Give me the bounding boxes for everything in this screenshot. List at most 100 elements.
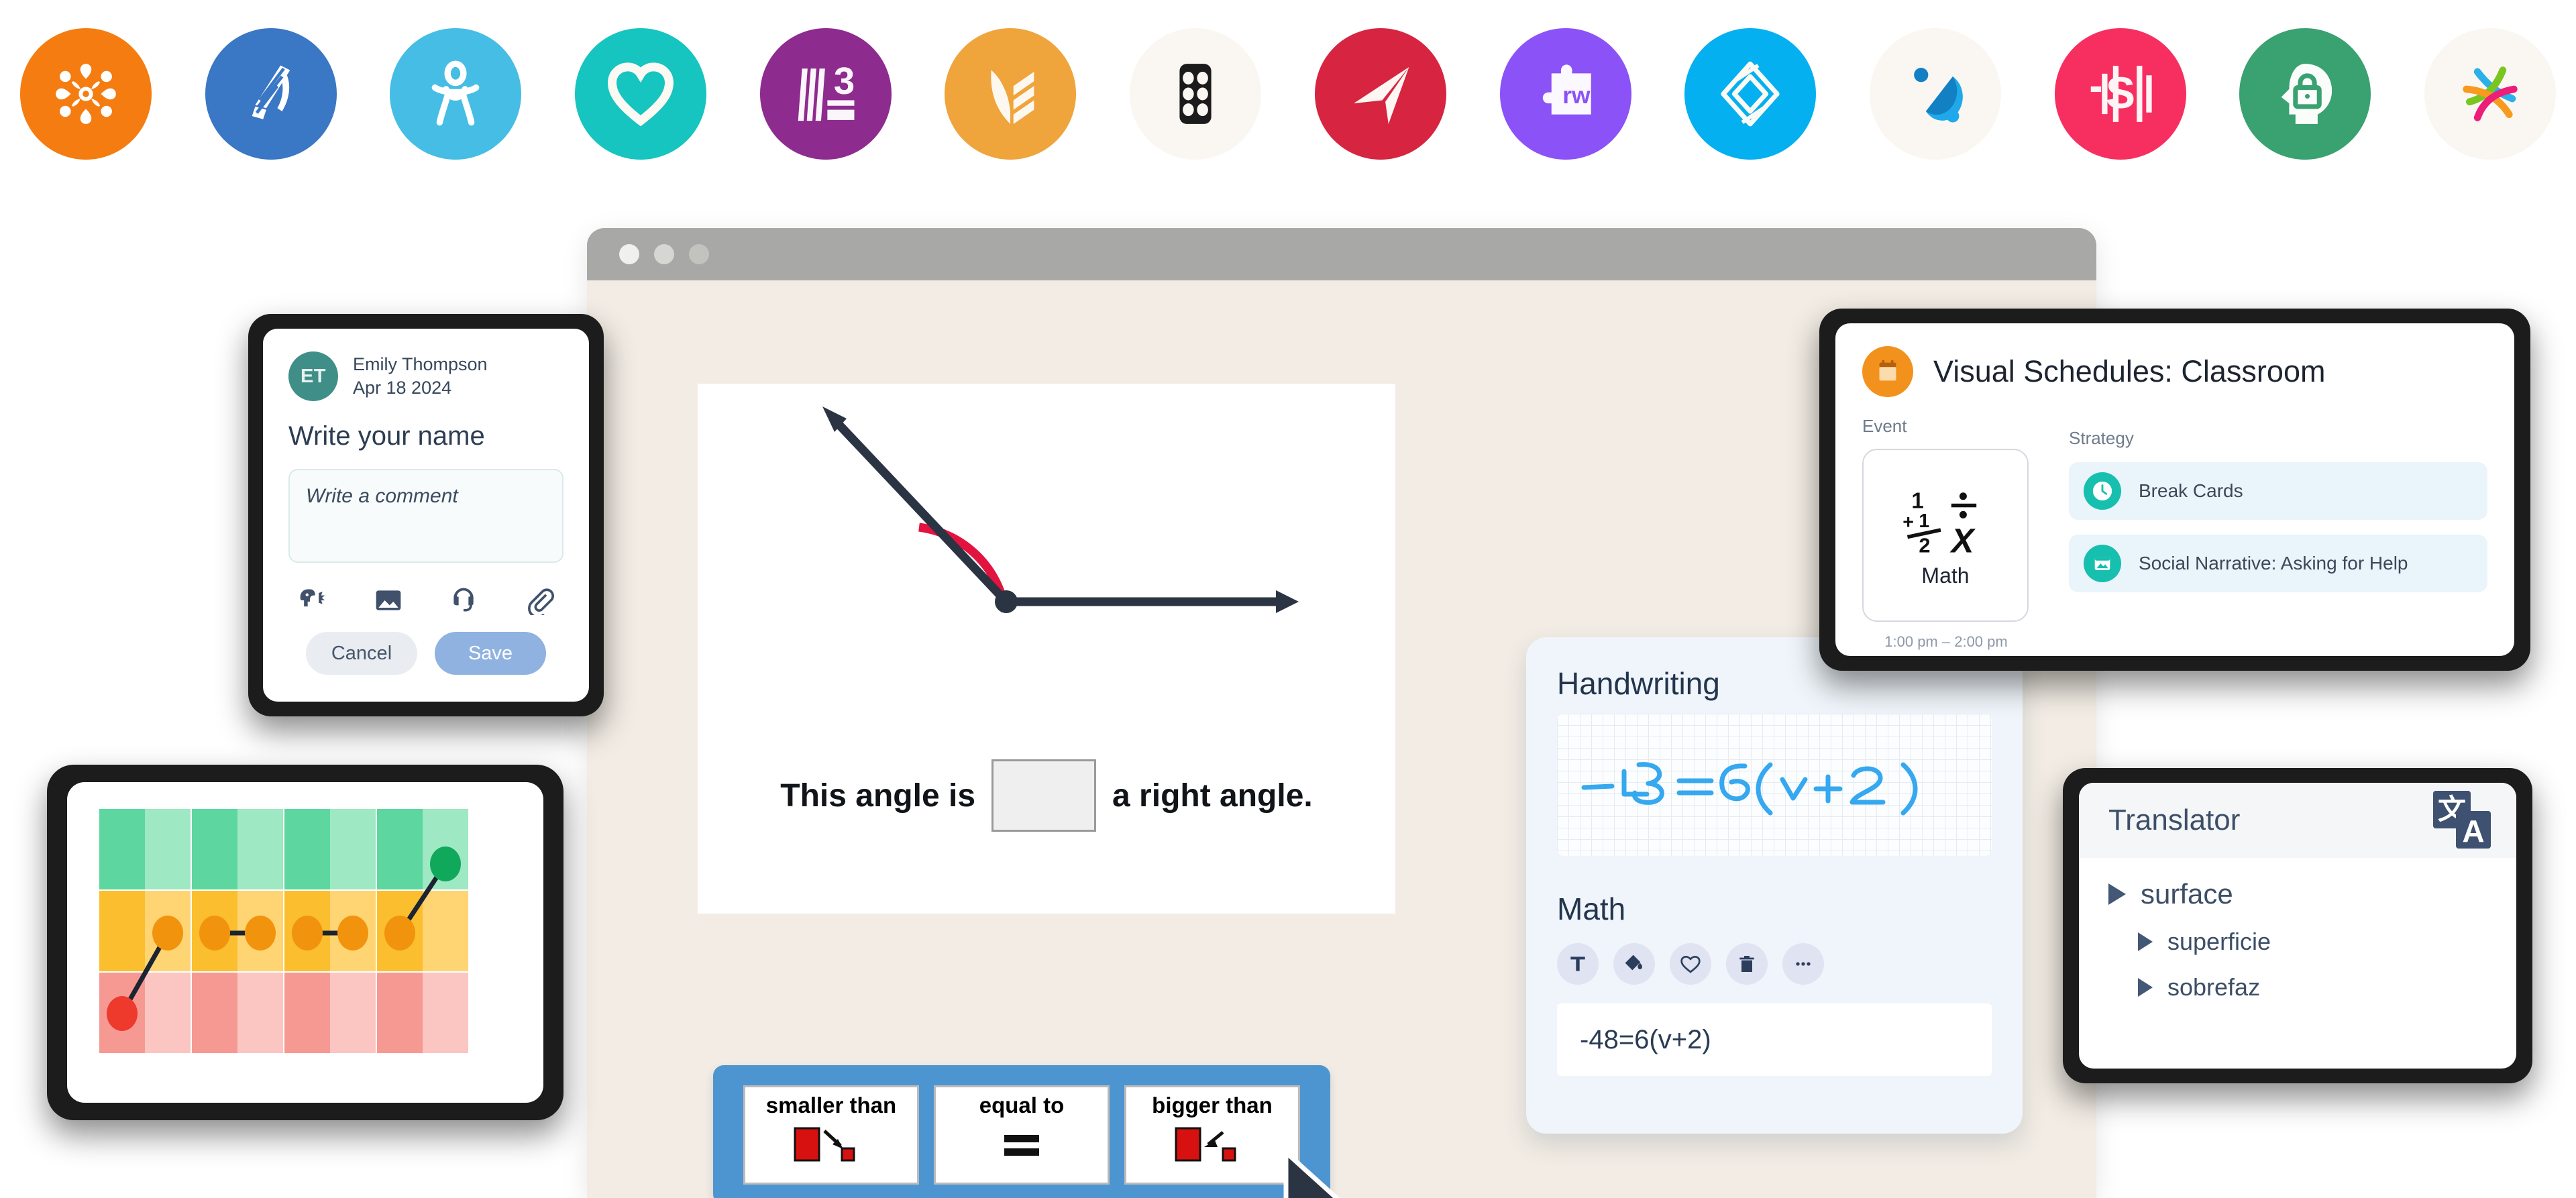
braille-dots-icon[interactable] [1130, 28, 1262, 160]
translation-entry[interactable]: surface [2108, 878, 2516, 910]
comment-input[interactable]: Write a comment [288, 469, 564, 563]
play-caret-icon[interactable] [2138, 932, 2153, 951]
browser-titlebar [587, 228, 2096, 280]
answer-option-bar: smaller than equal to bigger than [713, 1065, 1330, 1198]
visual-schedules-panel: Visual Schedules: Classroom Event 1 + 1 … [1835, 323, 2514, 656]
handwriting-panel: Handwriting Math -48=6(v+2) [1526, 637, 2023, 1134]
strategy-row[interactable]: Social Narrative: Asking for Help [2069, 535, 2487, 592]
handwriting-ink [1581, 762, 1918, 816]
translation-entry[interactable]: sobrefaz [2108, 973, 2516, 1001]
window-close-dot[interactable] [619, 244, 639, 264]
math-symbols-icon: 1 + 1 2 X [1902, 488, 1977, 557]
answer-option-label: bigger than [1152, 1093, 1273, 1118]
learning-network-icon[interactable] [20, 28, 152, 160]
schedules-device-frame: Visual Schedules: Classroom Event 1 + 1 … [1819, 309, 2530, 671]
strategy-column: Strategy Break Cards Social Narrative: A… [2069, 416, 2487, 656]
save-button[interactable]: Save [435, 632, 546, 675]
event-card-label: Math [1921, 563, 1970, 588]
mouse-cursor [1283, 1150, 1340, 1198]
headset-icon[interactable] [449, 586, 478, 618]
comment-card: ET Emily Thompson Apr 18 2024 Write your… [263, 329, 589, 702]
strategy-row[interactable]: Break Cards [2069, 462, 2487, 520]
fill-icon[interactable] [1613, 943, 1655, 985]
comment-toolbar [288, 586, 564, 618]
math-title: Math [1557, 891, 1626, 926]
comment-date: Apr 18 2024 [353, 378, 452, 398]
trash-icon[interactable] [1726, 943, 1768, 985]
speech-icon[interactable] [298, 586, 327, 618]
answer-option-bigger-than[interactable]: bigger than [1124, 1085, 1300, 1185]
svg-text:S: S [2106, 68, 2135, 118]
svg-text:X: X [1949, 521, 1976, 557]
event-time-range: 1:00 pm – 2:00 pm [1884, 633, 2008, 650]
head-lock-icon[interactable] [2239, 28, 2371, 160]
schedules-header: Visual Schedules: Classroom [1862, 346, 2487, 397]
event-card[interactable]: 1 + 1 2 X Math [1862, 449, 2029, 622]
translation-entry[interactable]: superficie [2108, 928, 2516, 956]
answer-blank-field[interactable] [991, 759, 1097, 832]
accessible-person-icon[interactable] [390, 28, 522, 160]
window-maximize-dot[interactable] [689, 244, 709, 264]
leaf-wing-icon[interactable] [945, 28, 1077, 160]
calendar-icon [1862, 346, 1913, 397]
schedules-title: Visual Schedules: Classroom [1933, 354, 2326, 388]
sentence-suffix: a right angle. [1112, 777, 1313, 814]
math-result-field[interactable]: -48=6(v+2) [1557, 1003, 1992, 1076]
card-image-icon [2084, 545, 2121, 582]
signal-s-icon[interactable]: S [2054, 28, 2186, 160]
svg-text:2: 2 [1919, 533, 1930, 557]
text-icon[interactable] [1557, 943, 1599, 985]
play-caret-icon[interactable] [2138, 978, 2153, 997]
svg-text:3: 3 [834, 60, 855, 103]
small-to-big-arrow-icon [1172, 1120, 1252, 1168]
angle-sentence: This angle is a right angle. [698, 759, 1395, 832]
equals-icon [981, 1120, 1062, 1168]
comment-header: ET Emily Thompson Apr 18 2024 [288, 351, 564, 401]
more-icon[interactable] [1782, 943, 1824, 985]
progress-heatmap [99, 809, 468, 1053]
play-caret-icon[interactable] [2108, 883, 2126, 905]
svg-text:1: 1 [1919, 510, 1929, 532]
strategy-label: Social Narrative: Asking for Help [2139, 553, 2408, 574]
layered-diamond-icon[interactable] [1684, 28, 1817, 160]
comment-prompt: Write your name [288, 421, 485, 451]
translator-header: Translator 文 A [2079, 783, 2516, 858]
event-column-header: Event [1862, 416, 1907, 436]
answer-option-smaller-than[interactable]: smaller than [743, 1085, 919, 1185]
level-three-icon[interactable]: 3 [759, 28, 892, 160]
heart-outline-icon[interactable] [575, 28, 707, 160]
rw-label: rw [1562, 83, 1591, 109]
progress-chart [67, 782, 543, 1103]
progress-chart-device-frame [47, 765, 564, 1120]
answer-option-equal-to[interactable]: equal to [934, 1085, 1110, 1185]
split-sphere-icon[interactable] [1869, 28, 2001, 160]
translator-panel: Translator 文 A surface superficie sobref… [2079, 783, 2516, 1069]
math-toolbar [1557, 943, 1992, 985]
translation-word: superficie [2167, 928, 2271, 955]
image-icon[interactable] [374, 586, 403, 618]
cancel-button[interactable]: Cancel [306, 632, 417, 675]
strategy-column-header: Strategy [2069, 428, 2134, 448]
connected-strands-icon[interactable] [2424, 28, 2556, 160]
avatar: ET [288, 351, 338, 401]
handwriting-canvas[interactable] [1557, 714, 1992, 856]
attachment-icon[interactable] [525, 586, 554, 618]
angle-diagram [822, 406, 1299, 613]
svg-text:A: A [2462, 814, 2484, 849]
event-time: 1:00 pm – 2:00 pm M/T/W/Th/F [1862, 631, 2030, 656]
translate-icon[interactable]: 文 A [2429, 788, 2493, 853]
window-minimize-dot[interactable] [654, 244, 674, 264]
worksheet-card: This angle is a right angle. [698, 384, 1395, 914]
read-write-puzzle-icon[interactable]: rw [1499, 28, 1631, 160]
translation-list: surface superficie sobrefaz [2079, 858, 2516, 1001]
answer-option-label: equal to [979, 1093, 1065, 1118]
paper-plane-icon[interactable] [1314, 28, 1446, 160]
big-to-small-arrow-icon [791, 1120, 871, 1168]
translator-device-frame: Translator 文 A surface superficie sobref… [2063, 768, 2532, 1083]
translator-title: Translator [2108, 804, 2241, 836]
documents-stack-icon[interactable] [205, 28, 337, 160]
event-days: M/T/W/Th/F [1862, 653, 2030, 656]
app-icon-strip: 3 rw S [0, 0, 2576, 188]
comment-device-frame: ET Emily Thompson Apr 18 2024 Write your… [248, 314, 604, 716]
heart-icon[interactable] [1670, 943, 1711, 985]
